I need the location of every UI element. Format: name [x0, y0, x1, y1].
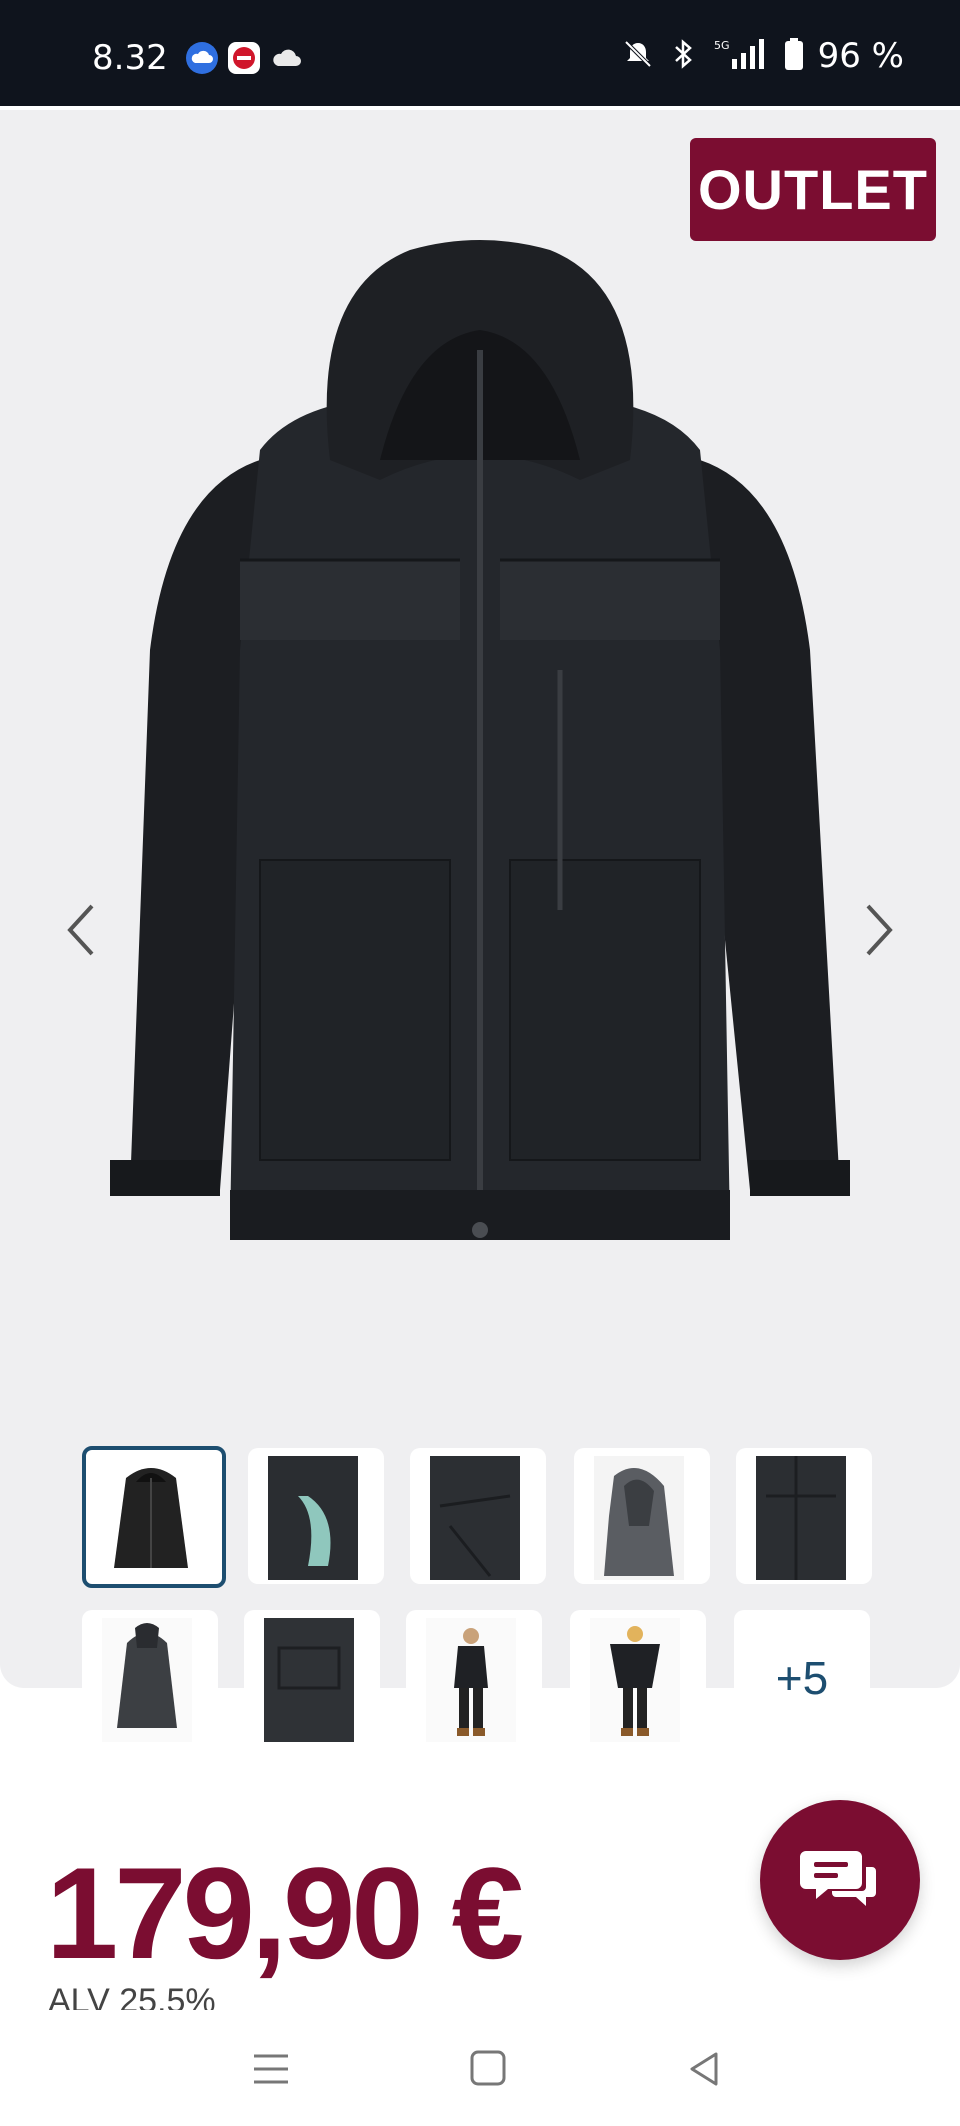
status-bar: 8.32 5G 96 %	[0, 0, 960, 106]
system-navigation-bar	[0, 2010, 960, 2126]
thumbnail-2[interactable]	[248, 1448, 384, 1584]
chat-button[interactable]	[760, 1800, 920, 1960]
square-icon	[470, 2050, 506, 2086]
mute-bell-icon	[622, 38, 654, 75]
thumbnail-pocket-detail-image	[268, 1456, 358, 1580]
status-time: 8.32	[92, 38, 168, 78]
home-button[interactable]	[464, 2044, 514, 2094]
battery-icon	[784, 37, 804, 76]
app-notification-icon	[228, 42, 260, 74]
product-price: 179,90 €	[46, 1840, 524, 1986]
status-icons: 5G 96 %	[622, 36, 904, 76]
outlet-badge: OUTLET	[690, 138, 936, 241]
chevron-right-icon	[866, 904, 893, 956]
previous-image-button[interactable]	[62, 900, 102, 960]
weather-app-icon	[186, 42, 218, 74]
back-triangle-icon	[690, 2052, 718, 2086]
svg-text:5G: 5G	[714, 39, 730, 52]
chat-bubble-icon	[800, 1851, 876, 1906]
more-images-count: +5	[775, 1652, 829, 1704]
main-product-image[interactable]	[110, 230, 850, 1340]
recent-apps-button[interactable]	[246, 2044, 296, 2094]
thumbnail-5[interactable]	[736, 1448, 872, 1584]
menu-lines-icon	[254, 2054, 288, 2084]
thumbnail-model-front-image	[426, 1618, 516, 1742]
thumbnail-6[interactable]	[82, 1610, 218, 1746]
thumbnail-jacket-front-image	[114, 1468, 188, 1568]
thumbnail-3[interactable]	[410, 1448, 546, 1584]
signal-5g-icon: 5G	[712, 37, 770, 76]
thumbnail-hood-image	[594, 1456, 684, 1580]
battery-level: 96 %	[817, 36, 904, 76]
thumbnail-8[interactable]	[406, 1610, 542, 1746]
thumbnail-model-hood-image	[590, 1618, 680, 1742]
thumbnail-more[interactable]: +5	[734, 1610, 870, 1746]
bluetooth-icon	[668, 38, 698, 75]
thumbnail-1[interactable]	[82, 1446, 226, 1588]
thumbnail-9[interactable]	[570, 1610, 706, 1746]
back-button[interactable]	[680, 2044, 730, 2094]
thumbnail-4[interactable]	[574, 1448, 710, 1584]
thumbnail-side-pocket-image	[430, 1456, 520, 1580]
thumbnail-fabric-detail-image	[756, 1456, 846, 1580]
thumbnail-back-view-image	[102, 1618, 192, 1742]
chevron-left-icon	[67, 904, 94, 956]
cloud-icon	[270, 46, 304, 75]
next-image-button[interactable]	[858, 900, 898, 960]
thumbnail-chest-pocket-image	[264, 1618, 354, 1742]
thumbnail-7[interactable]	[244, 1610, 380, 1746]
